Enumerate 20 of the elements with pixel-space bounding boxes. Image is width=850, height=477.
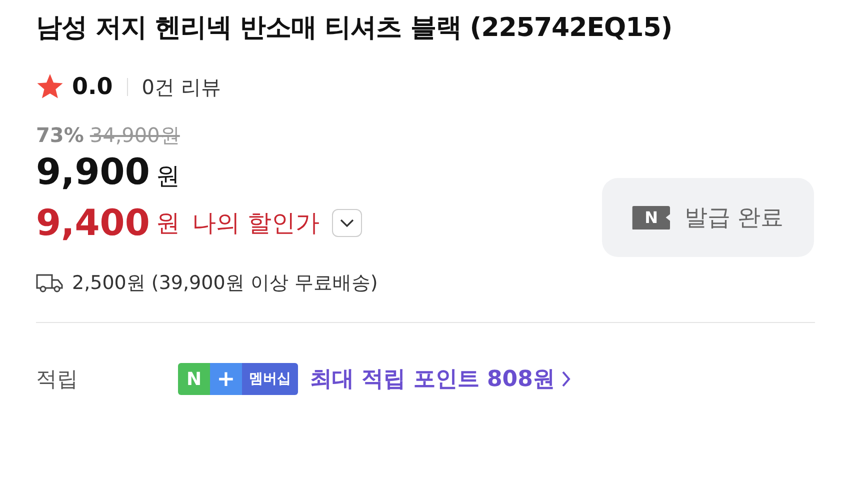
sale-price: 9,900: [36, 152, 150, 193]
coupon-badge: N: [632, 206, 670, 230]
review-count[interactable]: 0건 리뷰: [142, 74, 221, 100]
chevron-right-icon: [560, 370, 571, 388]
shipping-fee: 2,500원 (39,900원 이상 무료배송): [72, 271, 378, 296]
my-price: 9,400: [36, 202, 150, 244]
price-unit: 원: [156, 161, 180, 192]
original-price: 34,900원: [90, 122, 180, 149]
star-icon: [36, 74, 64, 100]
price-unit: 원: [156, 208, 180, 239]
points-link[interactable]: 최대 적립 포인트 808원: [310, 364, 555, 394]
rating-score: 0.0: [72, 74, 113, 100]
product-title: 남성 저지 헨리넥 반소매 티셔츠 블랙 (225742EQ15): [36, 12, 674, 45]
membership-badge: N + 멤버십: [178, 363, 298, 395]
truck-icon: [36, 273, 64, 293]
discount-rate: 73%: [36, 123, 84, 147]
chevron-icon: [340, 218, 354, 228]
expand-button[interactable]: [332, 209, 362, 237]
points-label: 적립: [36, 366, 79, 393]
my-price-label: 나의 할인가: [192, 208, 320, 239]
